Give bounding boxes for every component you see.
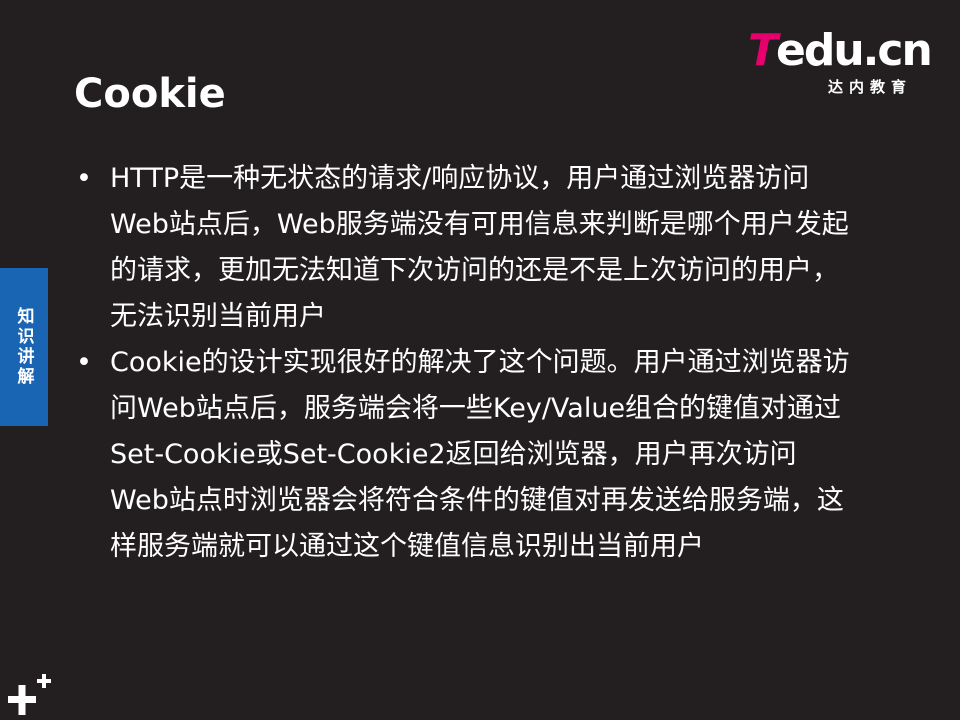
logo-letter-t: T [748,25,778,76]
side-tab: 知识讲解 [0,268,48,426]
logo-subtitle: 达内教育 [828,78,913,96]
bullet-dot: • [76,163,92,194]
bullet-text: HTTP是一种无状态的请求/响应协议，用户通过浏览器访问Web站点后，Web服务… [110,163,849,332]
plus-icon [8,674,51,715]
logo-domain: edu.cn [776,25,933,76]
bullet-text: Cookie的设计实现很好的解决了这个问题。用户通过浏览器访问Web站点后，服务… [110,347,850,562]
slide-title: Cookie [74,71,226,117]
bullet-item: • Cookie的设计实现很好的解决了这个问题。用户通过浏览器访问Web站点后，… [72,340,852,570]
bullet-dot: • [76,347,92,378]
tedu-logo: Tedu.cn 达内教育 [748,26,938,98]
side-tab-label: 知识讲解 [13,307,34,387]
bullet-list: • HTTP是一种无状态的请求/响应协议，用户通过浏览器访问Web站点后，Web… [72,156,852,570]
bullet-item: • HTTP是一种无状态的请求/响应协议，用户通过浏览器访问Web站点后，Web… [72,156,852,340]
logo-wordmark: Tedu.cn [748,25,933,76]
